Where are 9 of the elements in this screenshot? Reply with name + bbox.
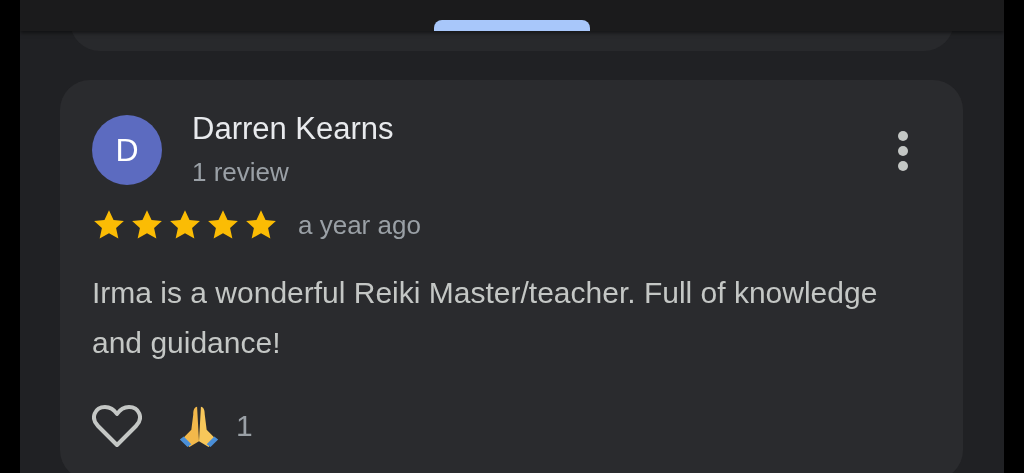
avatar: D: [92, 115, 162, 185]
drag-handle[interactable]: [434, 20, 590, 31]
reaction-count: 1: [236, 409, 253, 443]
review-count: 1 review: [192, 157, 290, 188]
more-options-icon[interactable]: [897, 131, 909, 171]
review-time: a year ago: [298, 209, 421, 241]
author-name[interactable]: Darren Kearns: [192, 111, 897, 147]
heart-icon[interactable]: [92, 404, 142, 448]
review-text: Irma is a wonderful Reiki Master/teacher. Full of knowledge and guidance!: [92, 275, 879, 361]
